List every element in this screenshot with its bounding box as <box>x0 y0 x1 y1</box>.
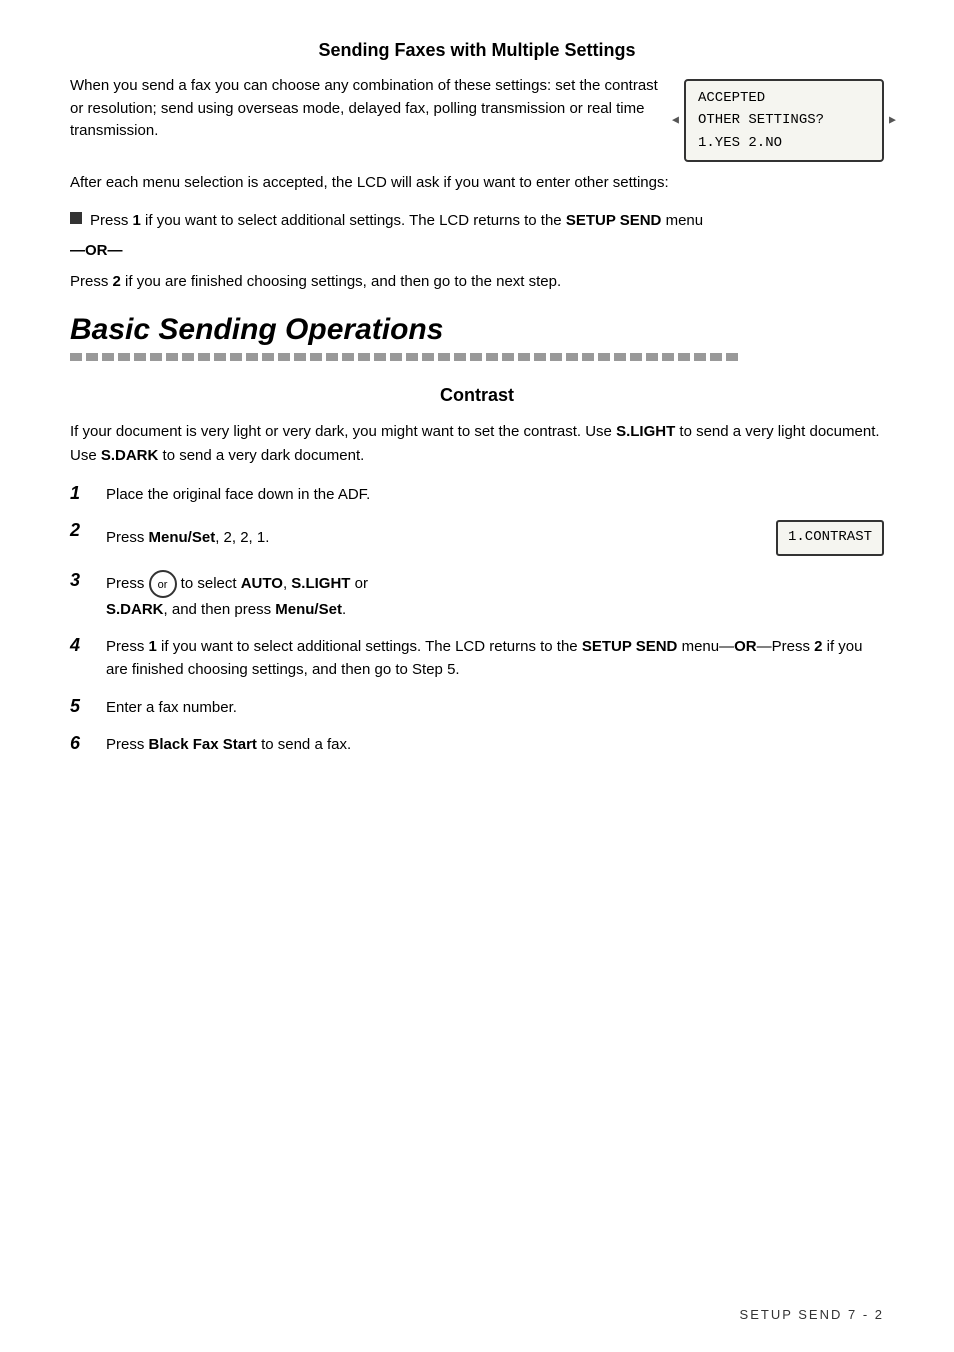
menu-set-label-2: Menu/Set <box>149 529 216 546</box>
lcd-display-top: ACCEPTED OTHER SETTINGS? 1.YES 2.NO <box>684 79 884 162</box>
s-light-label-2: S.LIGHT <box>291 575 350 592</box>
step-3: 3 Press or to select AUTO, S.LIGHT or S.… <box>70 570 884 621</box>
s-dark-label: S.DARK <box>101 447 159 464</box>
or-separator: —OR— <box>70 242 884 259</box>
intro-row: When you send a fax you can choose any c… <box>70 75 884 162</box>
step-num-1: 1 <box>70 483 106 504</box>
bullet-square <box>70 212 82 224</box>
step-5-content: Enter a fax number. <box>106 696 884 719</box>
contrast-intro-text: If your document is very light or very d… <box>70 420 884 467</box>
footer: SETUP SEND 7 - 2 <box>0 1307 954 1322</box>
bullet-item-1: Press 1 if you want to select additional… <box>70 209 884 232</box>
step-2: 2 Press Menu/Set, 2, 2, 1. 1.CONTRAST <box>70 520 884 556</box>
or-label-step4: OR <box>734 638 757 655</box>
step-4: 4 Press 1 if you want to select addition… <box>70 635 884 682</box>
big-section-title: Basic Sending Operations <box>70 313 884 347</box>
section-basic-sending: Basic Sending Operations Contrast If you… <box>70 313 884 756</box>
after-lcd-text: After each menu selection is accepted, t… <box>70 172 884 195</box>
steps-area: 1 Place the original face down in the AD… <box>70 483 884 756</box>
section-title: Sending Faxes with Multiple Settings <box>70 40 884 61</box>
step-2-row: Press Menu/Set, 2, 2, 1. 1.CONTRAST <box>106 520 884 556</box>
black-fax-start-label: Black Fax Start <box>149 736 257 753</box>
lcd-line-2: OTHER SETTINGS? <box>698 109 870 131</box>
step-2-content: Press Menu/Set, 2, 2, 1. 1.CONTRAST <box>106 520 884 556</box>
lcd-box: ACCEPTED OTHER SETTINGS? 1.YES 2.NO <box>684 79 884 162</box>
lcd-line-3: 1.YES 2.NO <box>698 132 870 154</box>
press-2-text: Press 2 if you are finished choosing set… <box>70 271 884 294</box>
key-1-step4: 1 <box>149 638 157 655</box>
subsection-contrast: Contrast If your document is very light … <box>70 385 884 756</box>
lcd-line-1: ACCEPTED <box>698 87 870 109</box>
step-num-3: 3 <box>70 570 106 591</box>
step-num-5: 5 <box>70 696 106 717</box>
lcd-contrast: 1.CONTRAST <box>776 520 884 556</box>
key-2: 2 <box>113 273 121 290</box>
subsection-title-contrast: Contrast <box>70 385 884 406</box>
step-5: 5 Enter a fax number. <box>70 696 884 719</box>
or-button-icon: or <box>149 570 177 598</box>
step-3-content: Press or to select AUTO, S.LIGHT or S.DA… <box>106 570 884 621</box>
step-4-content: Press 1 if you want to select additional… <box>106 635 884 682</box>
intro-text: When you send a fax you can choose any c… <box>70 75 664 143</box>
menu-set-label-3: Menu/Set <box>275 601 342 618</box>
s-dark-label-2: S.DARK <box>106 601 164 618</box>
key-1: 1 <box>133 212 141 229</box>
section-multiple-settings: Sending Faxes with Multiple Settings Whe… <box>70 40 884 293</box>
step-num-2: 2 <box>70 520 106 541</box>
step-1: 1 Place the original face down in the AD… <box>70 483 884 506</box>
footer-text: SETUP SEND 7 - 2 <box>740 1307 884 1322</box>
step-num-6: 6 <box>70 733 106 754</box>
auto-label: AUTO <box>241 575 283 592</box>
step-2-text: Press Menu/Set, 2, 2, 1. <box>106 526 756 549</box>
key-2-step4: 2 <box>814 638 822 655</box>
dashed-divider <box>70 353 884 361</box>
setup-send-label-2: SETUP SEND <box>582 638 678 655</box>
step-6-content: Press Black Fax Start to send a fax. <box>106 733 884 756</box>
s-light-label: S.LIGHT <box>616 423 675 440</box>
bullet-text-1: Press 1 if you want to select additional… <box>90 209 884 232</box>
setup-send-label: SETUP SEND <box>566 212 662 229</box>
step-6: 6 Press Black Fax Start to send a fax. <box>70 733 884 756</box>
step-1-content: Place the original face down in the ADF. <box>106 483 884 506</box>
step-num-4: 4 <box>70 635 106 656</box>
